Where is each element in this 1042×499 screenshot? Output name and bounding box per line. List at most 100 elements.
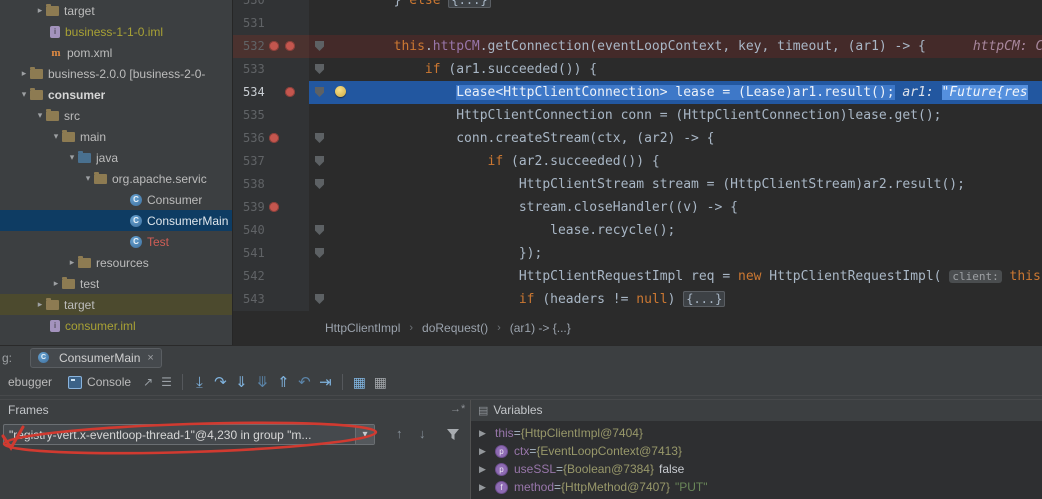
filter-funnel-icon[interactable] bbox=[446, 428, 460, 441]
thread-selector-dropdown[interactable]: "registry-vert.x-eventloop-thread-1"@4,2… bbox=[3, 424, 375, 445]
code-text[interactable]: HttpClientConnection conn = (HttpClientC… bbox=[331, 104, 1042, 127]
code-line[interactable]: 533 if (ar1.succeeded()) { bbox=[233, 58, 1042, 81]
gutter[interactable]: 540 bbox=[233, 219, 309, 242]
code-line-execution-point[interactable]: 534 Lease<HttpClientConnection> lease = … bbox=[233, 81, 1042, 104]
code-line[interactable]: 540 lease.recycle(); bbox=[233, 219, 1042, 242]
gutter[interactable]: 530 bbox=[233, 0, 309, 12]
variable-row[interactable]: ▶ f method = {HttpMethod@7407} "PUT" bbox=[471, 478, 1042, 496]
code-line[interactable]: 539 stream.closeHandler((v) -> { bbox=[233, 196, 1042, 219]
step-out-icon[interactable]: ⇑ bbox=[273, 373, 294, 391]
folded-code[interactable]: {...} bbox=[683, 291, 726, 307]
code-text[interactable]: conn.createStream(ctx, (ar2) -> { bbox=[331, 127, 1042, 150]
gutter[interactable]: 531 bbox=[233, 12, 309, 35]
tree-item-consumer-iml[interactable]: consumer.iml bbox=[0, 315, 232, 336]
tab-console[interactable]: Console bbox=[60, 369, 139, 395]
drop-frame-icon[interactable]: ↶ bbox=[294, 373, 315, 391]
code-text[interactable]: if (ar1.succeeded()) { bbox=[331, 58, 1042, 81]
gutter[interactable]: 543 bbox=[233, 288, 309, 311]
view-breakpoints-icon[interactable]: ▦ bbox=[349, 374, 370, 391]
close-icon[interactable]: × bbox=[147, 352, 153, 364]
chevron-right-icon[interactable]: ▶ bbox=[479, 428, 489, 439]
mute-breakpoints-icon[interactable]: ▦ bbox=[370, 374, 391, 391]
tree-item-consumermain-class[interactable]: ConsumerMain bbox=[0, 210, 232, 231]
folded-code[interactable]: {...} bbox=[448, 0, 491, 8]
debug-session-tab[interactable]: ConsumerMain × bbox=[30, 347, 162, 368]
chevron-down-icon[interactable]: ▾ bbox=[355, 425, 374, 444]
intention-bulb-icon[interactable] bbox=[335, 86, 346, 97]
gutter[interactable]: 542 bbox=[233, 265, 309, 288]
tree-item-main[interactable]: ▾ main bbox=[0, 126, 232, 147]
code-line[interactable]: 541 }); bbox=[233, 242, 1042, 265]
gutter[interactable]: 536 bbox=[233, 127, 309, 150]
tree-item-test-folder[interactable]: ▸ test bbox=[0, 273, 232, 294]
code-line[interactable]: 538 HttpClientStream stream = (HttpClien… bbox=[233, 173, 1042, 196]
tree-item-business-module[interactable]: ▸ business-2.0.0 [business-2-0- bbox=[0, 63, 232, 84]
variable-row[interactable]: ▶ p useSSL = {Boolean@7384} false bbox=[471, 460, 1042, 478]
code-text[interactable]: }); bbox=[331, 242, 1042, 265]
tree-item-resources[interactable]: ▸ resources bbox=[0, 252, 232, 273]
breakpoint-icon[interactable] bbox=[285, 87, 295, 97]
force-step-into-icon[interactable]: ⤋ bbox=[252, 373, 273, 391]
tree-item-consumer[interactable]: ▾ consumer bbox=[0, 84, 232, 105]
tree-item-package[interactable]: ▾ org.apache.servic bbox=[0, 168, 232, 189]
variable-row[interactable]: ▶ this = {HttpClientImpl@7404} bbox=[471, 424, 1042, 442]
show-execution-point-icon[interactable]: ⤓ bbox=[189, 374, 210, 391]
variable-row[interactable]: ▶ p ctx = {EventLoopContext@7413} bbox=[471, 442, 1042, 460]
tree-item-target-folder[interactable]: ▸ target bbox=[0, 294, 232, 315]
chevron-right-icon[interactable]: ▸ bbox=[50, 278, 62, 289]
tree-item-src[interactable]: ▾ src bbox=[0, 105, 232, 126]
gutter[interactable]: 537 bbox=[233, 150, 309, 173]
tree-item-business-iml[interactable]: business-1-1-0.iml bbox=[0, 21, 232, 42]
gutter[interactable]: 534 bbox=[233, 81, 309, 104]
tree-item-java[interactable]: ▾ java bbox=[0, 147, 232, 168]
code-editor[interactable]: 530 } else {...} 531 532 this.httpCM.get… bbox=[233, 0, 1042, 311]
previous-frame-icon[interactable]: ↑ bbox=[396, 426, 403, 441]
chevron-right-icon[interactable]: ▶ bbox=[479, 482, 489, 493]
code-text[interactable]: lease.recycle(); bbox=[331, 219, 1042, 242]
breakpoint-icon[interactable] bbox=[285, 41, 295, 51]
tab-debugger[interactable]: ebugger bbox=[0, 369, 60, 395]
code-text[interactable]: HttpClientStream stream = (HttpClientStr… bbox=[331, 173, 1042, 196]
tree-item-test-class[interactable]: Test bbox=[0, 231, 232, 252]
step-into-icon[interactable]: ⇓ bbox=[231, 373, 252, 391]
chevron-right-icon[interactable]: ▸ bbox=[18, 68, 30, 79]
gutter[interactable]: 539 bbox=[233, 196, 309, 219]
chevron-down-icon[interactable]: ▾ bbox=[34, 110, 46, 121]
gutter[interactable]: 541 bbox=[233, 242, 309, 265]
chevron-down-icon[interactable]: ▾ bbox=[66, 152, 78, 163]
breadcrumb-item[interactable]: doRequest() bbox=[422, 321, 488, 335]
code-line[interactable]: 531 bbox=[233, 12, 1042, 35]
breakpoint-icon[interactable] bbox=[269, 202, 279, 212]
code-text[interactable]: if (ar2.succeeded()) { bbox=[331, 150, 1042, 173]
code-text[interactable]: } else {...} bbox=[331, 0, 1042, 12]
code-line[interactable]: 537 if (ar2.succeeded()) { bbox=[233, 150, 1042, 173]
run-to-cursor-icon[interactable]: ⇥ bbox=[315, 373, 336, 391]
code-line[interactable]: 530 } else {...} bbox=[233, 0, 1042, 12]
gutter[interactable]: 532 bbox=[233, 35, 309, 58]
code-line[interactable]: 536 conn.createStream(ctx, (ar2) -> { bbox=[233, 127, 1042, 150]
code-text[interactable] bbox=[331, 12, 1042, 35]
pin-tab-icon[interactable]: ↗ bbox=[139, 375, 157, 389]
tree-item-consumer-class[interactable]: Consumer bbox=[0, 189, 232, 210]
code-line[interactable]: 542 HttpClientRequestImpl req = new Http… bbox=[233, 265, 1042, 288]
chevron-right-icon[interactable]: ▶ bbox=[479, 464, 489, 475]
next-frame-icon[interactable]: ↓ bbox=[419, 426, 426, 441]
breakpoint-icon[interactable] bbox=[269, 41, 279, 51]
code-text[interactable]: HttpClientRequestImpl req = new HttpClie… bbox=[331, 265, 1042, 288]
chevron-down-icon[interactable]: ▾ bbox=[50, 131, 62, 142]
chevron-right-icon[interactable]: ▸ bbox=[34, 5, 46, 16]
chevron-right-icon[interactable]: ▶ bbox=[479, 446, 489, 457]
layout-settings-icon[interactable]: ☰ bbox=[157, 375, 176, 389]
code-text[interactable]: if (headers != null) {...} bbox=[331, 288, 1042, 311]
chevron-down-icon[interactable]: ▾ bbox=[82, 173, 94, 184]
gutter[interactable]: 533 bbox=[233, 58, 309, 81]
tree-item-target[interactable]: ▸ target bbox=[0, 0, 232, 21]
chevron-right-icon[interactable]: ▸ bbox=[34, 299, 46, 310]
gutter[interactable]: 538 bbox=[233, 173, 309, 196]
step-over-icon[interactable]: ↷ bbox=[210, 373, 231, 391]
code-text[interactable]: this.httpCM.getConnection(eventLoopConte… bbox=[331, 35, 1042, 58]
code-text[interactable]: stream.closeHandler((v) -> { bbox=[331, 196, 1042, 219]
code-line[interactable]: 543 if (headers != null) {...} bbox=[233, 288, 1042, 311]
code-text[interactable]: Lease<HttpClientConnection> lease = (Lea… bbox=[331, 81, 1042, 104]
breadcrumb-item[interactable]: (ar1) -> {...} bbox=[510, 321, 571, 335]
